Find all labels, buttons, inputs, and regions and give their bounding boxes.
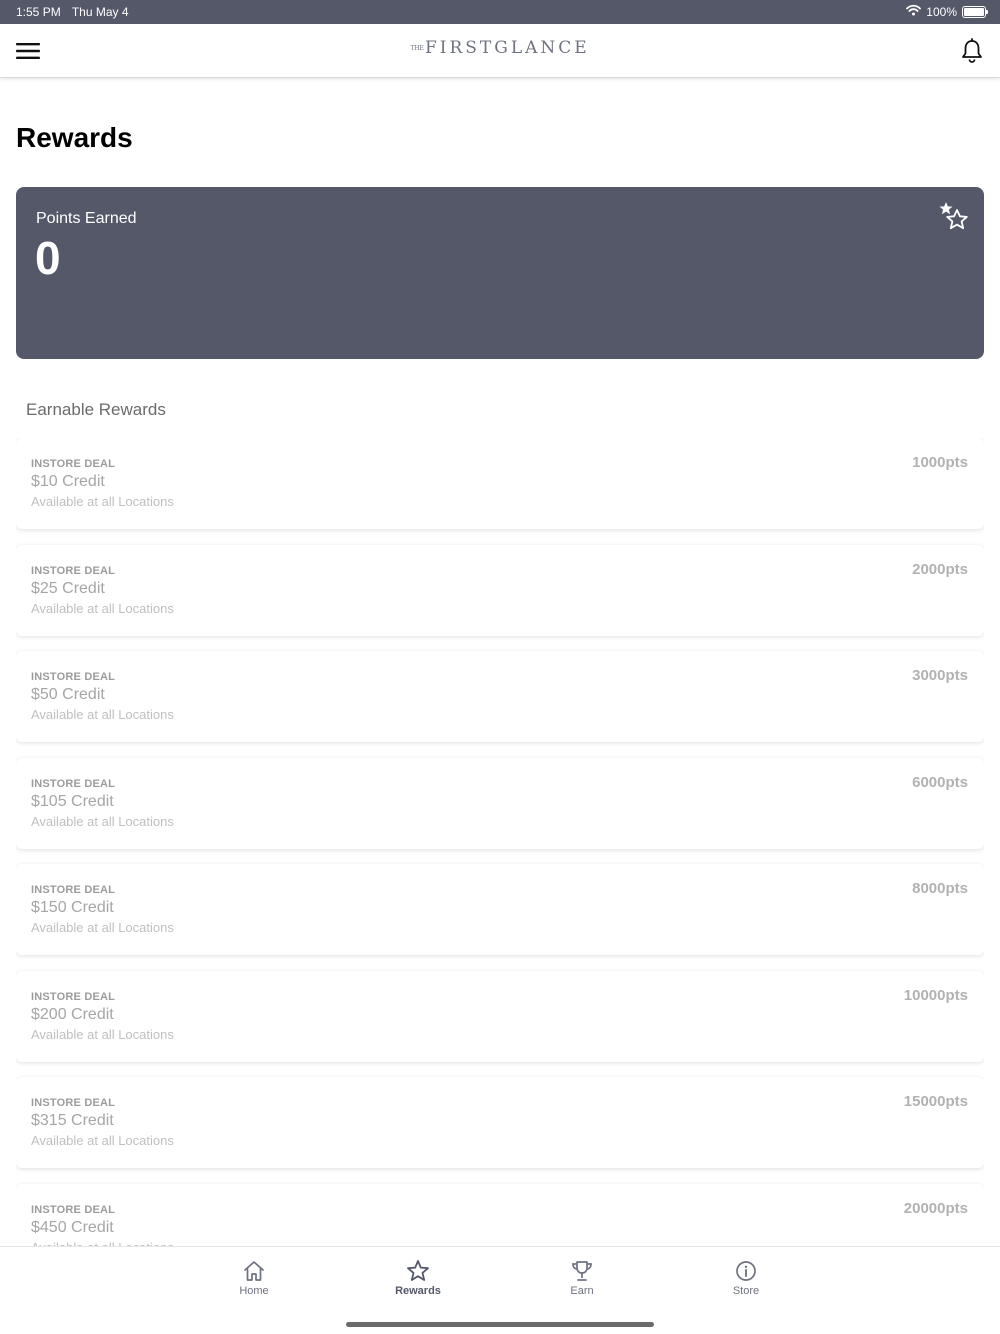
trophy-icon: [542, 1259, 622, 1283]
reward-location: Available at all Locations: [31, 813, 174, 829]
brand-name: FIRSTGLANCE: [424, 38, 590, 58]
wifi-icon: [906, 4, 922, 19]
reward-card[interactable]: INSTORE DEAL$450 CreditAvailable at all …: [16, 1183, 984, 1246]
reward-name: $10 Credit: [31, 473, 105, 490]
page-title: Rewards: [16, 122, 133, 153]
reward-points: 20000pts: [903, 1199, 968, 1217]
reward-location: Available at all Locations: [31, 707, 174, 722]
reward-name: $150 Credit: [31, 899, 114, 916]
reward-location: Available at all Locations: [31, 920, 174, 935]
bottom-tab-bar: Home Rewards Earn Store: [0, 1246, 1000, 1334]
points-value: 0: [35, 232, 61, 284]
star-icon: [378, 1259, 458, 1283]
reward-name: $50 Credit: [31, 686, 105, 703]
home-icon: [214, 1259, 294, 1283]
info-icon: [706, 1259, 786, 1283]
status-bar: 1:55 PM Thu May 4 100%: [0, 0, 1000, 24]
reward-card[interactable]: INSTORE DEAL $25 Credit Available at all L…: [16, 544, 984, 636]
reward-card[interactable]: INSTORE DEAL $50 Credit Available at all L…: [16, 651, 984, 742]
status-time-date: 1:55 PM Thu May 4: [16, 5, 137, 19]
reward-points: 15000pts: [903, 1093, 968, 1110]
earnable-rewards-title: Earnable Rewards: [26, 400, 166, 419]
reward-type: INSTORE DEAL: [31, 564, 116, 577]
tab-store-label: Store: [732, 1285, 760, 1297]
reward-points: 6000pts: [912, 773, 968, 791]
battery-fill: [964, 7, 984, 16]
reward-name: $200 Credit: [31, 1005, 114, 1023]
brand-logo: THEFIRSTGLANCE: [0, 38, 1000, 58]
tab-store[interactable]: Store: [706, 1259, 786, 1297]
reward-type: INSTORE DEAL: [31, 777, 116, 790]
reward-card[interactable]: INSTORE DEAL $150 Credit Available at all …: [16, 864, 984, 955]
brand-prefix: THE: [410, 45, 424, 52]
tab-home-label: Home: [239, 1285, 269, 1297]
battery-icon: [962, 5, 988, 18]
tab-rewards[interactable]: Rewards: [378, 1259, 458, 1297]
reward-type: INSTORE DEAL: [31, 1203, 116, 1216]
reward-points: 1000pts: [912, 454, 968, 471]
status-indicators: 100%: [906, 4, 988, 19]
reward-location: Available at all Locations: [31, 600, 174, 616]
reward-name: $450 Credit: [31, 1218, 114, 1236]
reward-type: INSTORE DEAL: [31, 990, 116, 1003]
points-earned-card: Points Earned 0: [16, 187, 984, 359]
home-indicator[interactable]: [346, 1322, 654, 1327]
status-time: 1:55 PM: [16, 5, 61, 19]
tab-earn-label: Earn: [570, 1285, 594, 1297]
tab-home[interactable]: Home: [214, 1259, 294, 1297]
points-label: Points Earned: [36, 210, 137, 227]
reward-name: $105 Credit: [31, 792, 114, 810]
top-nav-bar: THEFIRSTGLANCE: [0, 24, 1000, 78]
reward-points: 10000pts: [903, 986, 968, 1004]
reward-type: INSTORE DEAL: [31, 884, 116, 896]
tab-earn[interactable]: Earn: [542, 1259, 622, 1297]
reward-points: 8000pts: [912, 880, 968, 897]
reward-location: Available at all Locations: [31, 1133, 174, 1148]
reward-points: 3000pts: [912, 667, 968, 684]
battery-percent: 100%: [926, 4, 957, 19]
reward-name: $25 Credit: [31, 579, 105, 597]
reward-card[interactable]: INSTORE DEAL $200 Credit Available at all …: [16, 970, 984, 1062]
rewards-list: INSTORE DEAL $10 Credit Available at all L…: [16, 438, 984, 1246]
reward-type: INSTORE DEAL: [31, 458, 116, 470]
reward-card[interactable]: INSTORE DEAL $105 Credit Available at all …: [16, 757, 984, 849]
stars-icon: [938, 201, 970, 235]
bell-icon[interactable]: [960, 38, 984, 64]
reward-points: 2000pts: [912, 560, 968, 578]
reward-name: $315 Credit: [31, 1112, 114, 1129]
reward-type: INSTORE DEAL: [31, 671, 116, 683]
reward-card[interactable]: INSTORE DEAL $315 Credit Available at all …: [16, 1077, 984, 1168]
reward-card[interactable]: INSTORE DEAL $10 Credit Available at all L…: [16, 438, 984, 529]
reward-location: Available at all Locations: [31, 494, 174, 509]
tab-rewards-label: Rewards: [395, 1285, 441, 1297]
reward-type: INSTORE DEAL: [31, 1097, 116, 1109]
status-date: Thu May 4: [71, 5, 129, 19]
reward-location: Available at all Locations: [31, 1026, 174, 1042]
